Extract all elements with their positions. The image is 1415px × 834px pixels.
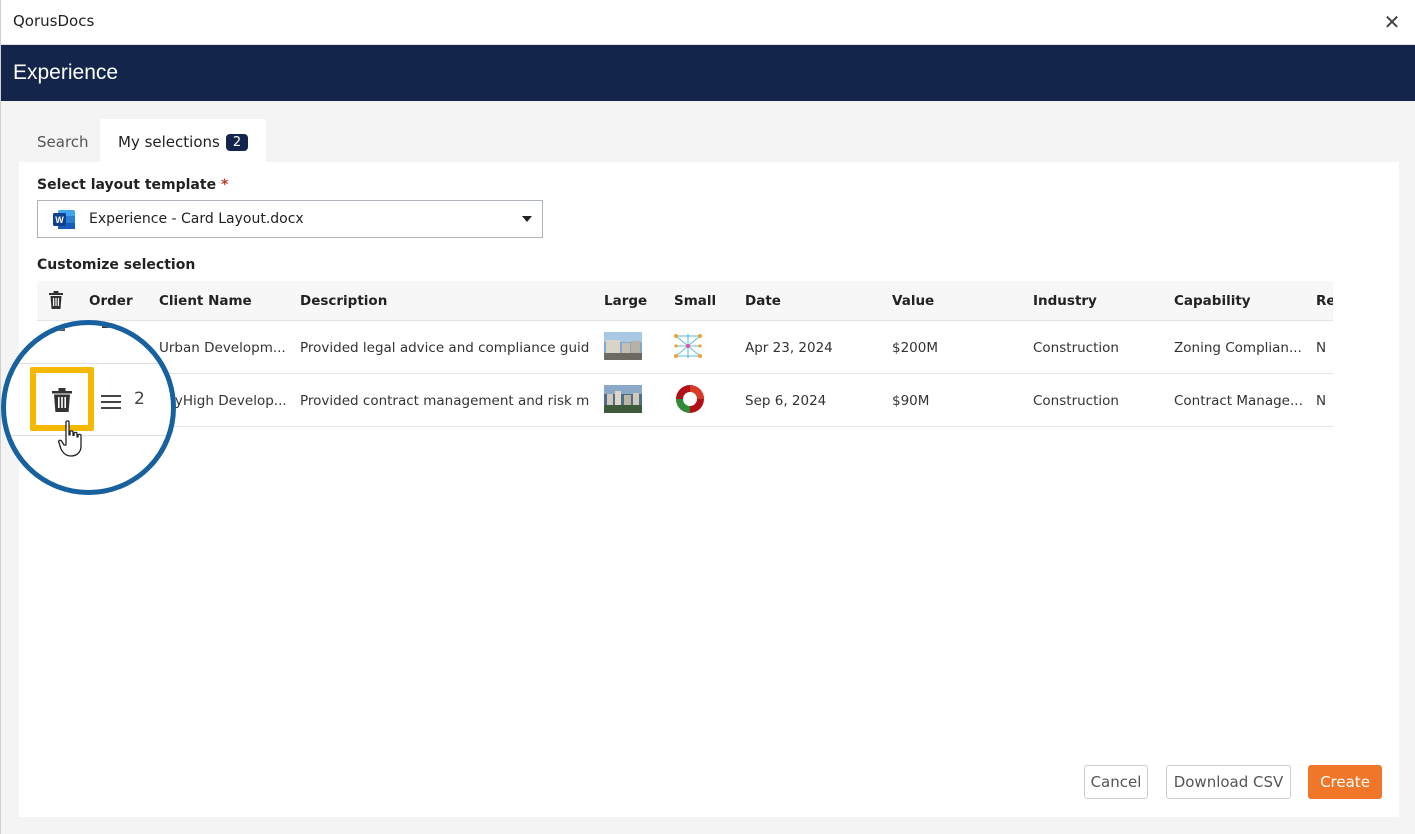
app-title: QorusDocs [13, 12, 95, 30]
create-button[interactable]: Create [1308, 765, 1382, 799]
table-header: Order Client Name Description Large Smal… [37, 281, 1333, 321]
layout-template-select[interactable]: W Experience - Card Layout.docx [37, 200, 543, 238]
selection-table: Order Client Name Description Large Smal… [37, 281, 1333, 427]
tab-my-selections[interactable]: My selections 2 [100, 119, 266, 162]
tab-search[interactable]: Search [19, 119, 100, 162]
selection-count-badge: 2 [225, 134, 249, 151]
table-row[interactable]: SkyHigh Develop... Provided contract man… [37, 374, 1333, 427]
ring-logo-icon [676, 385, 704, 413]
zoom-callout: 2 [1, 320, 176, 495]
cell-description: Provided legal advice and compliance gui… [300, 340, 590, 356]
column-header-capability[interactable]: Capability [1174, 293, 1251, 309]
large-image-thumbnail [604, 385, 642, 413]
cell-re: N [1316, 393, 1327, 409]
layout-template-label-text: Select layout template [37, 177, 217, 193]
column-header-re[interactable]: Re [1316, 293, 1333, 309]
network-icon [674, 334, 702, 358]
tab-my-selections-label: My selections [118, 133, 220, 151]
pointer-hand-icon [58, 420, 82, 457]
row-divider [6, 435, 171, 436]
column-header-industry[interactable]: Industry [1033, 293, 1097, 309]
app-window: QorusDocs ✕ Experience Search My selecti… [0, 0, 1415, 834]
trash-icon[interactable] [52, 388, 72, 412]
layout-template-label: Select layout template * [37, 177, 228, 193]
table-row[interactable]: Urban Developm... Provided legal advice … [37, 321, 1333, 374]
required-mark: * [220, 177, 229, 193]
layout-template-value: Experience - Card Layout.docx [89, 211, 304, 227]
svg-text:W: W [55, 215, 64, 225]
tab-search-label: Search [37, 133, 89, 151]
drag-handle-icon[interactable] [101, 395, 121, 409]
cell-date: Sep 6, 2024 [745, 393, 827, 409]
cell-industry: Construction [1033, 393, 1119, 409]
chevron-down-icon [522, 216, 532, 222]
row-divider [6, 363, 171, 364]
order-number: 2 [134, 389, 145, 409]
drag-handle-icon-partial [102, 326, 122, 328]
cell-capability: Zoning Complian... [1174, 340, 1302, 356]
trash-icon[interactable] [49, 291, 63, 309]
cell-date: Apr 23, 2024 [745, 340, 833, 356]
download-csv-button[interactable]: Download CSV [1166, 765, 1291, 799]
column-header-date[interactable]: Date [745, 293, 781, 309]
large-image-thumbnail [604, 332, 642, 360]
title-bar: QorusDocs ✕ [1, 0, 1415, 45]
cell-capability: Contract Manage... [1174, 393, 1303, 409]
customize-selection-label: Customize selection [37, 257, 196, 273]
my-selections-panel: Select layout template * W Experience - … [19, 162, 1399, 817]
word-icon: W [53, 210, 75, 229]
cell-client-name: Urban Developm... [159, 340, 286, 356]
cancel-button[interactable]: Cancel [1084, 765, 1148, 799]
cell-description: Provided contract management and risk mi… [300, 393, 590, 409]
column-header-order[interactable]: Order [89, 293, 133, 309]
cell-value: $90M [892, 393, 930, 409]
page-header: Experience [1, 45, 1415, 101]
page-title: Experience [13, 61, 119, 84]
close-icon[interactable]: ✕ [1382, 12, 1402, 32]
column-header-value[interactable]: Value [892, 293, 934, 309]
cell-re: N [1316, 340, 1327, 356]
cell-client-name: SkyHigh Develop... [159, 393, 287, 409]
column-header-description[interactable]: Description [300, 293, 387, 309]
column-header-client-name[interactable]: Client Name [159, 293, 252, 309]
trash-icon-partial [51, 325, 65, 331]
cell-value: $200M [892, 340, 939, 356]
cell-industry: Construction [1033, 340, 1119, 356]
column-header-large[interactable]: Large [604, 293, 647, 309]
column-header-small[interactable]: Small [674, 293, 716, 309]
